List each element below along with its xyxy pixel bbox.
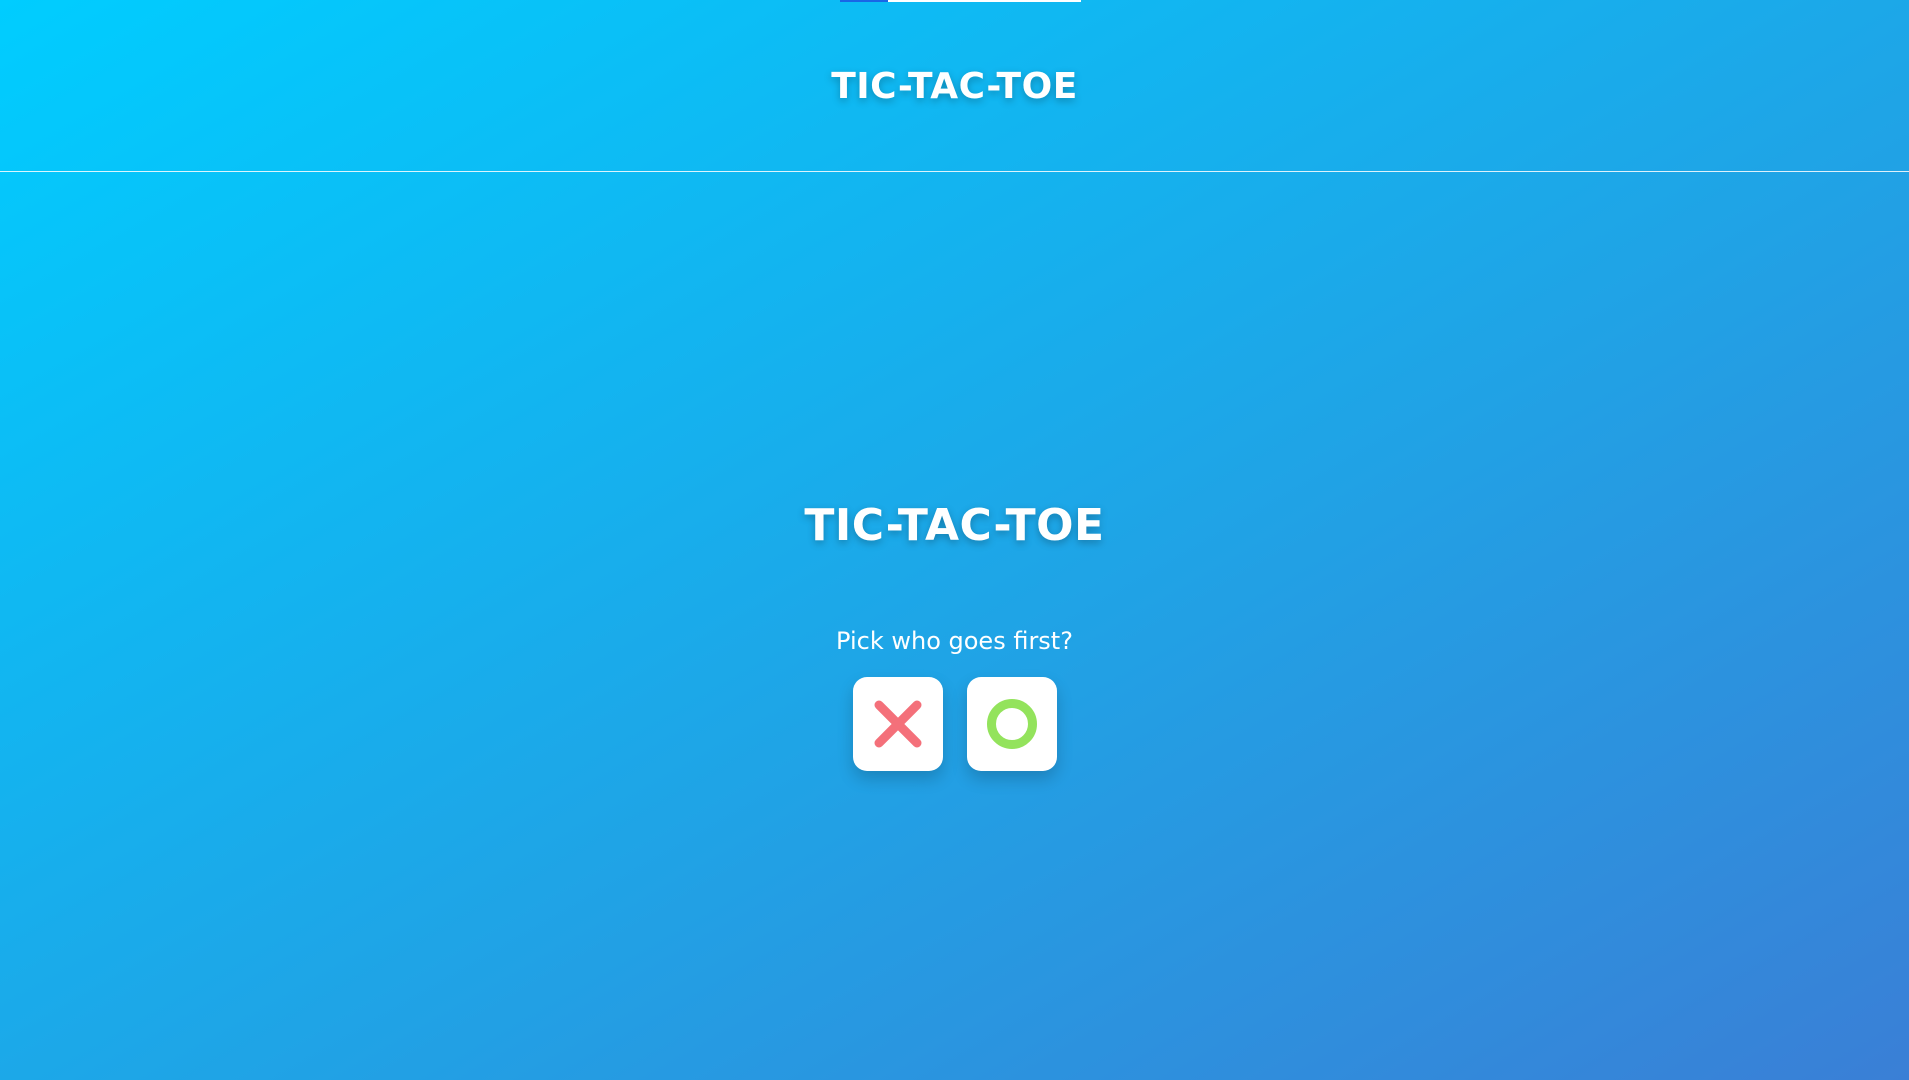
- header: TIC-TAC-TOE: [0, 0, 1909, 172]
- x-mark-icon: [874, 700, 922, 748]
- first-player-choices: [853, 677, 1057, 771]
- game-title: TIC-TAC-TOE: [804, 500, 1105, 551]
- choose-x-button[interactable]: [853, 677, 943, 771]
- header-title: TIC-TAC-TOE: [831, 66, 1078, 107]
- o-mark-icon: [987, 699, 1037, 749]
- choose-o-button[interactable]: [967, 677, 1057, 771]
- first-player-prompt: Pick who goes first?: [836, 627, 1073, 655]
